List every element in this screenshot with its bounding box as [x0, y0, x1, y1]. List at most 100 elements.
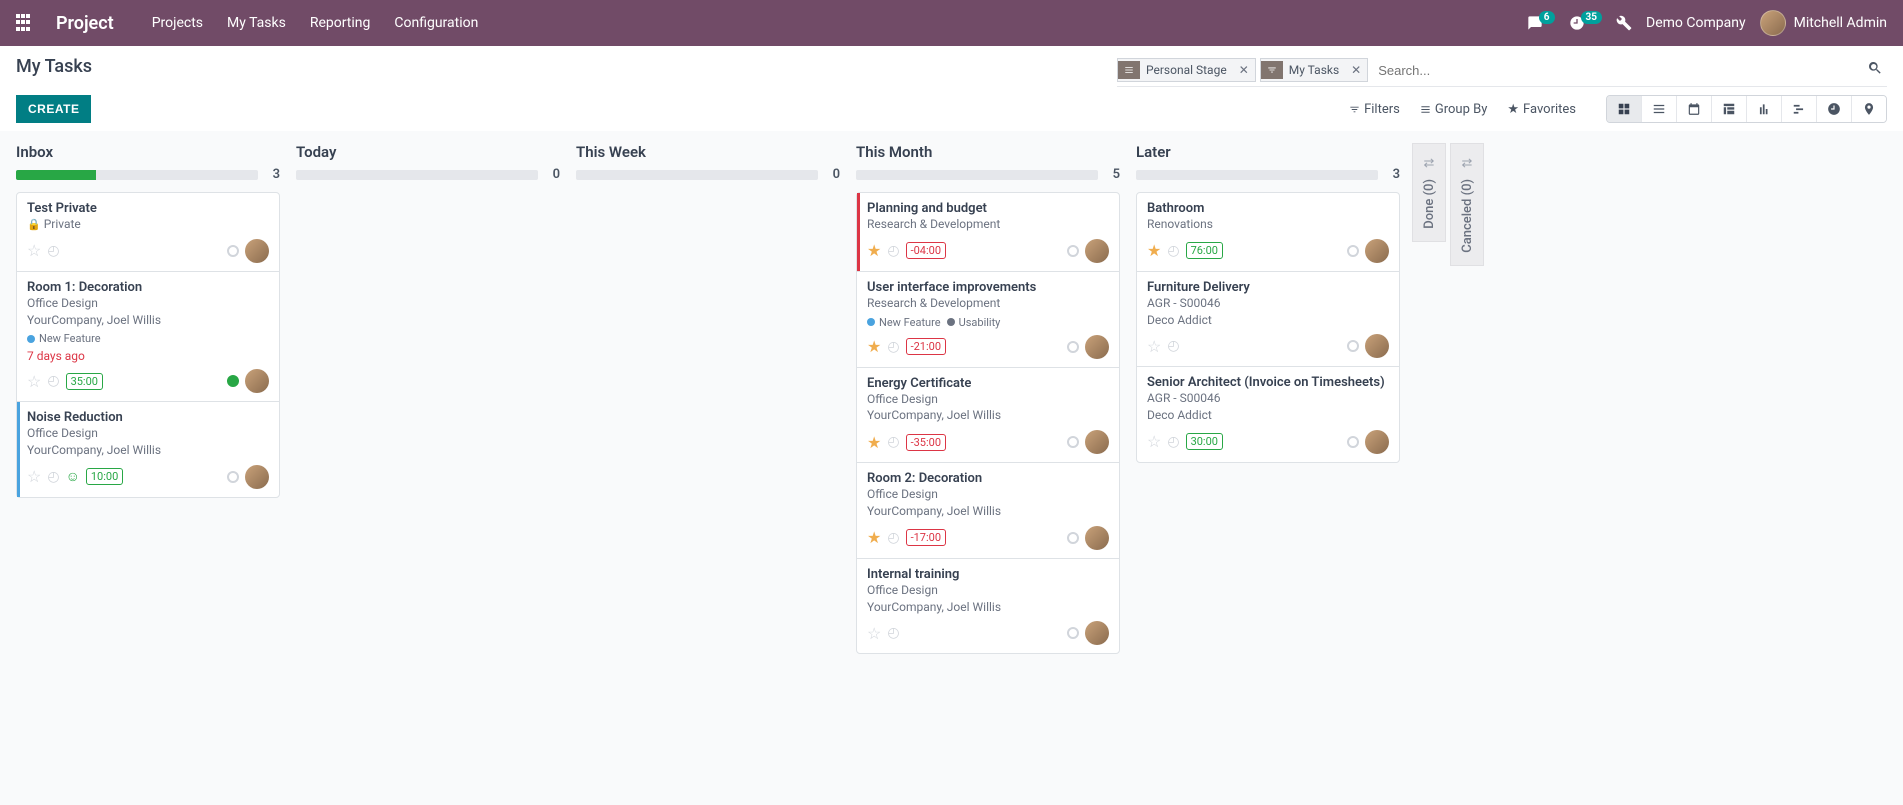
state-dot[interactable] [1067, 436, 1079, 448]
state-dot[interactable] [1067, 341, 1079, 353]
user-menu[interactable]: Mitchell Admin [1760, 10, 1887, 36]
assignee-avatar[interactable] [1085, 335, 1109, 359]
column-progress[interactable] [856, 170, 1098, 180]
nav-mytasks[interactable]: My Tasks [227, 15, 286, 31]
search-icon[interactable] [1863, 56, 1887, 84]
top-navbar: Project Projects My Tasks Reporting Conf… [0, 0, 1903, 46]
clock-icon[interactable]: ◴ [1167, 434, 1179, 450]
kanban-card[interactable]: Room 1: Decoration Office Design YourCom… [16, 271, 280, 403]
assignee-avatar[interactable] [1365, 430, 1389, 454]
column-title[interactable]: Today [296, 143, 336, 161]
kanban-card[interactable]: Furniture Delivery AGR - S00046 Deco Add… [1136, 271, 1400, 368]
clock-icon[interactable]: ◴ [887, 434, 899, 450]
column-progress[interactable] [1136, 170, 1378, 180]
star-toggle[interactable]: ★ [867, 528, 881, 547]
kanban-card[interactable]: User interface improvements Research & D… [856, 271, 1120, 368]
state-dot[interactable] [1347, 340, 1359, 352]
smile-icon[interactable]: ☺ [66, 468, 80, 485]
kanban-card[interactable]: Bathroom Renovations ★◴76:00 [1136, 192, 1400, 272]
debug-icon[interactable] [1616, 15, 1632, 31]
state-dot[interactable] [1067, 532, 1079, 544]
nav-projects[interactable]: Projects [152, 15, 203, 31]
folded-column-canceled[interactable]: ⇄ Canceled (0) [1450, 143, 1484, 266]
star-toggle[interactable]: ☆ [1147, 432, 1161, 451]
view-graph[interactable] [1747, 96, 1782, 122]
star-toggle[interactable]: ★ [867, 337, 881, 356]
kanban-card[interactable]: Internal training Office Design YourComp… [856, 558, 1120, 655]
kanban-card[interactable]: Test Private 🔒Private ☆◴ [16, 192, 280, 272]
clock-icon[interactable]: ◴ [47, 243, 59, 259]
clock-icon[interactable]: ◴ [887, 243, 899, 259]
star-toggle[interactable]: ★ [867, 433, 881, 452]
state-dot[interactable] [1067, 245, 1079, 257]
app-brand[interactable]: Project [56, 13, 114, 34]
main-nav: Projects My Tasks Reporting Configuratio… [152, 15, 479, 31]
clock-icon[interactable]: ◴ [1167, 338, 1179, 354]
clock-icon[interactable]: ◴ [1167, 243, 1179, 259]
activities-icon[interactable]: 35 [1569, 15, 1602, 31]
view-map[interactable] [1852, 96, 1886, 122]
column-title[interactable]: Inbox [16, 143, 53, 161]
clock-icon[interactable]: ◴ [887, 339, 899, 355]
assignee-avatar[interactable] [245, 239, 269, 263]
favorites-dropdown[interactable]: ★Favorites [1507, 102, 1576, 117]
view-activity[interactable] [1817, 96, 1852, 122]
assignee-avatar[interactable] [1085, 239, 1109, 263]
kanban-card[interactable]: Planning and budget Research & Developme… [856, 192, 1120, 272]
column-title[interactable]: This Week [576, 143, 646, 161]
clock-icon[interactable]: ◴ [887, 530, 899, 546]
clock-icon[interactable]: ◴ [47, 373, 59, 389]
column-progress[interactable] [296, 170, 538, 180]
star-toggle[interactable]: ☆ [27, 372, 41, 391]
facet-groupby-remove[interactable]: ✕ [1233, 63, 1255, 77]
card-project: Office Design [867, 486, 1109, 503]
folded-column-done[interactable]: ⇄ Done (0) [1412, 143, 1446, 242]
nav-reporting[interactable]: Reporting [310, 15, 371, 31]
state-dot[interactable] [227, 471, 239, 483]
star-toggle[interactable]: ☆ [27, 241, 41, 260]
column-title[interactable]: This Month [856, 143, 932, 161]
star-toggle[interactable]: ★ [1147, 241, 1161, 260]
assignee-avatar[interactable] [1365, 334, 1389, 358]
card-partner: YourCompany, Joel Willis [867, 503, 1109, 520]
star-toggle[interactable]: ☆ [27, 467, 41, 486]
view-calendar[interactable] [1677, 96, 1712, 122]
apps-icon[interactable] [16, 14, 34, 32]
assignee-avatar[interactable] [1365, 239, 1389, 263]
state-dot[interactable] [1347, 245, 1359, 257]
kanban-card[interactable]: Energy Certificate Office Design YourCom… [856, 367, 1120, 464]
column-progress[interactable] [576, 170, 818, 180]
kanban-card[interactable]: Noise Reduction Office Design YourCompan… [16, 401, 280, 498]
column-title[interactable]: Later [1136, 143, 1171, 161]
messaging-icon[interactable]: 6 [1527, 15, 1555, 31]
search-input[interactable] [1372, 59, 1863, 82]
card-title: Senior Architect (Invoice on Timesheets) [1147, 375, 1389, 390]
star-toggle[interactable]: ★ [867, 241, 881, 260]
groupby-dropdown[interactable]: Group By [1420, 102, 1488, 117]
state-dot[interactable] [227, 245, 239, 257]
view-kanban[interactable] [1607, 96, 1642, 122]
column-progress[interactable] [16, 170, 258, 180]
facet-filter-remove[interactable]: ✕ [1345, 63, 1367, 77]
state-dot[interactable] [1067, 627, 1079, 639]
clock-icon[interactable]: ◴ [47, 469, 59, 485]
create-button[interactable]: CREATE [16, 95, 91, 123]
view-pivot[interactable] [1712, 96, 1747, 122]
kanban-card[interactable]: Room 2: Decoration Office Design YourCom… [856, 462, 1120, 559]
kanban-card[interactable]: Senior Architect (Invoice on Timesheets)… [1136, 366, 1400, 463]
clock-icon[interactable]: ◴ [887, 625, 899, 641]
star-toggle[interactable]: ☆ [867, 624, 881, 643]
assignee-avatar[interactable] [1085, 621, 1109, 645]
assignee-avatar[interactable] [1085, 430, 1109, 454]
assignee-avatar[interactable] [245, 369, 269, 393]
state-dot[interactable] [227, 375, 239, 387]
view-list[interactable] [1642, 96, 1677, 122]
filters-dropdown[interactable]: Filters [1349, 102, 1400, 117]
company-name[interactable]: Demo Company [1646, 15, 1746, 31]
star-toggle[interactable]: ☆ [1147, 337, 1161, 356]
assignee-avatar[interactable] [1085, 526, 1109, 550]
state-dot[interactable] [1347, 436, 1359, 448]
view-gantt[interactable] [1782, 96, 1817, 122]
assignee-avatar[interactable] [245, 465, 269, 489]
nav-configuration[interactable]: Configuration [394, 15, 478, 31]
